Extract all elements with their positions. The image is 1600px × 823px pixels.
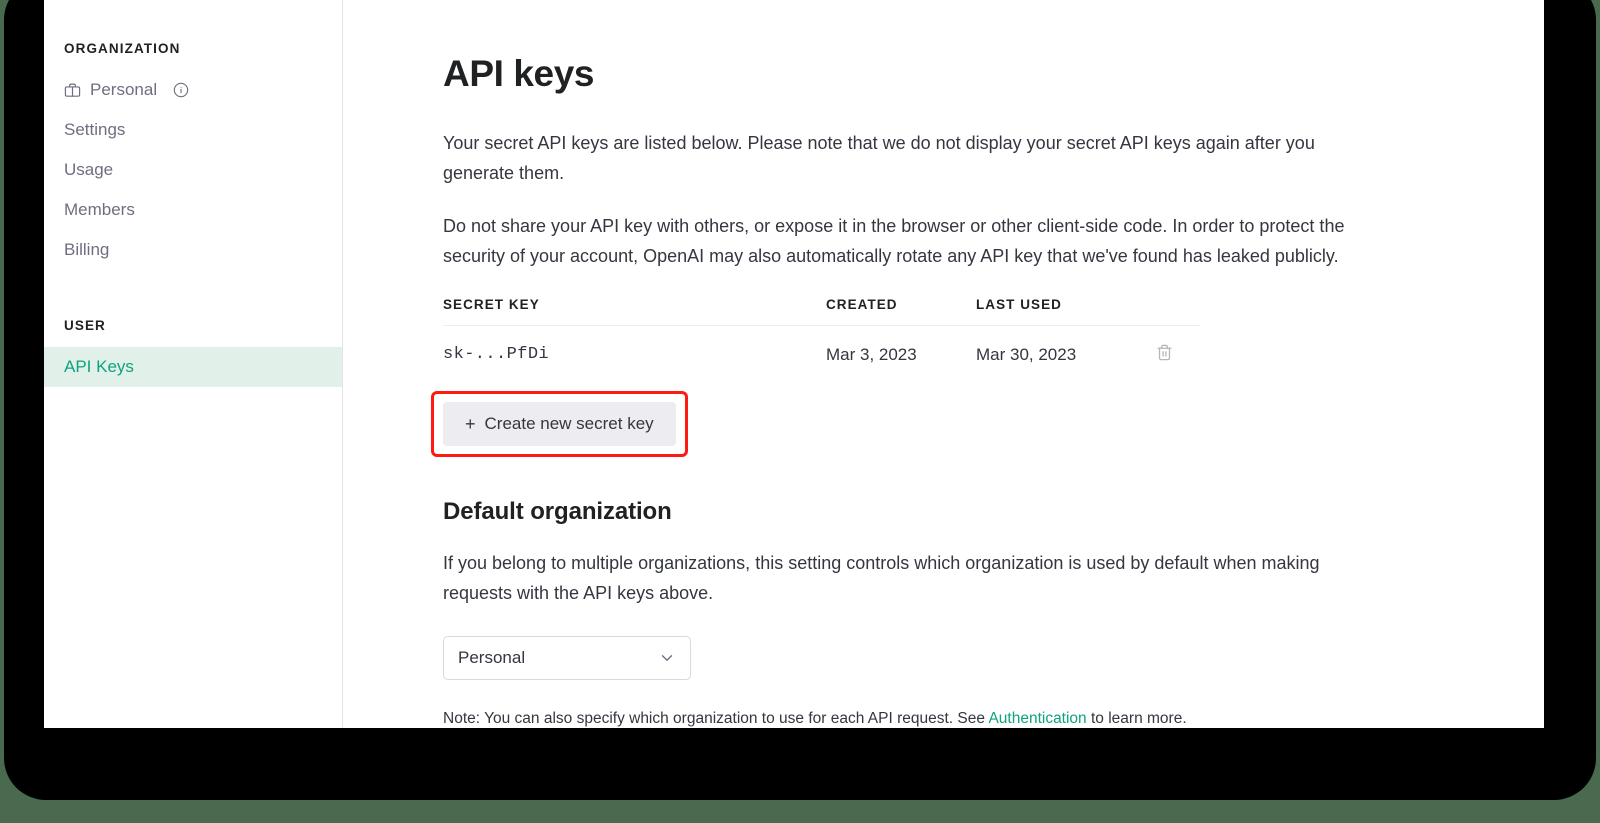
delete-key-button[interactable] [1156,344,1173,361]
sidebar: ORGANIZATION Personal Settings Usage Mem… [44,0,343,728]
sidebar-item-usage[interactable]: Usage [44,150,342,190]
default-organization-description: If you belong to multiple organizations,… [443,552,1320,603]
table-row: sk-...PfDi Mar 3, 2023 Mar 30, 2023 [443,325,1200,382]
device-frame: ORGANIZATION Personal Settings Usage Mem… [4,0,1596,800]
cell-last-used: Mar 30, 2023 [976,344,1077,364]
sidebar-item-personal[interactable]: Personal [44,70,342,110]
intro-paragraph-2: Do not share your API key with others, o… [443,215,1345,266]
sidebar-item-label: Billing [64,240,110,259]
column-header-created: CREATED [826,296,976,326]
default-organization-heading: Default organization [443,497,672,525]
api-keys-table: SECRET KEY CREATED LAST USED sk-...PfDi … [443,296,1200,382]
sidebar-item-members[interactable]: Members [44,190,342,230]
sidebar-item-label: Settings [64,120,126,139]
create-new-secret-key-button[interactable]: + Create new secret key [443,401,676,446]
note-suffix: to learn more. [1086,709,1187,727]
cell-created: Mar 3, 2023 [826,344,917,364]
default-organization-select-value: Personal [458,647,526,667]
sidebar-item-label: Personal [90,80,158,99]
table-header-row: SECRET KEY CREATED LAST USED [443,296,1200,326]
note-prefix: Note: You can also specify which organiz… [443,709,989,727]
create-key-wrapper: + Create new secret key [431,390,688,457]
trash-icon [1156,344,1173,361]
column-header-last-used: LAST USED [976,296,1156,326]
main-content: API keys Your secret API keys are listed… [343,0,1544,728]
default-organization-note: Note: You can also specify which organiz… [443,707,1544,728]
sidebar-item-label: Usage [64,160,114,179]
column-header-actions [1156,296,1200,326]
sidebar-item-label: Members [64,200,135,219]
sidebar-heading-user: USER [64,318,106,333]
sidebar-item-billing[interactable]: Billing [44,230,342,270]
intro-paragraph-1: Your secret API keys are listed below. P… [443,132,1315,183]
column-header-secret-key: SECRET KEY [443,296,826,326]
sidebar-item-label: API Keys [64,357,134,376]
sidebar-item-settings[interactable]: Settings [44,110,342,150]
cell-actions [1156,325,1200,382]
briefcase-icon [64,82,81,99]
app-window: ORGANIZATION Personal Settings Usage Mem… [44,0,1544,728]
info-icon[interactable] [173,82,189,98]
page-title: API keys [443,53,595,94]
sidebar-heading-organization: ORGANIZATION [64,41,181,56]
sidebar-item-api-keys[interactable]: API Keys [44,347,342,387]
authentication-link[interactable]: Authentication [988,710,1086,727]
create-new-secret-key-label: Create new secret key [484,413,654,433]
default-organization-select[interactable]: Personal [443,635,691,680]
plus-icon: + [465,413,476,434]
cell-secret-key: sk-...PfDi [443,345,550,365]
chevron-down-icon [658,649,676,667]
